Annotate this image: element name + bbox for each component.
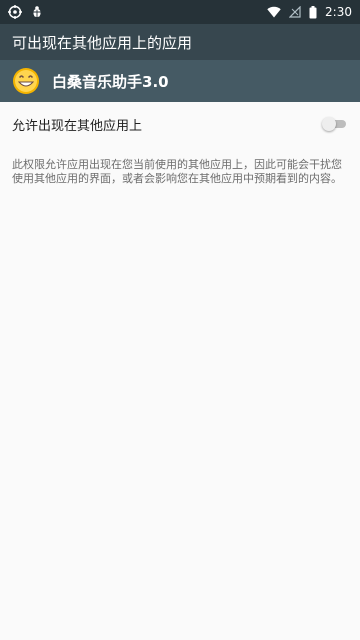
no-signal-icon [289, 6, 301, 18]
wifi-icon [267, 6, 281, 18]
content-area: 允许出现在其他应用上 此权限允许应用出现在您当前使用的其他应用上，因此可能会干扰… [0, 102, 360, 186]
bug-icon [30, 5, 44, 19]
target-icon [8, 5, 22, 19]
permission-setting-label: 允许出现在其他应用上 [12, 118, 143, 134]
permission-description: 此权限允许应用出现在您当前使用的其他应用上，因此可能会干扰您使用其他应用的界面，… [12, 158, 342, 185]
status-bar: 2:30 [0, 0, 360, 24]
toggle-thumb [322, 117, 336, 131]
page-title: 可出现在其他应用上的应用 [12, 33, 193, 52]
status-time: 2:30 [325, 5, 352, 19]
permission-setting-row[interactable]: 允许出现在其他应用上 [12, 102, 348, 146]
app-name: 白桑音乐助手3.0 [52, 72, 169, 91]
app-info-row: 白桑音乐助手3.0 [0, 60, 360, 102]
status-bar-left [8, 5, 44, 19]
battery-icon [309, 5, 317, 19]
app-bar: 可出现在其他应用上的应用 [0, 24, 360, 60]
smiley-face-icon [12, 67, 40, 95]
status-bar-right: 2:30 [267, 5, 352, 19]
permission-toggle[interactable] [322, 116, 348, 132]
